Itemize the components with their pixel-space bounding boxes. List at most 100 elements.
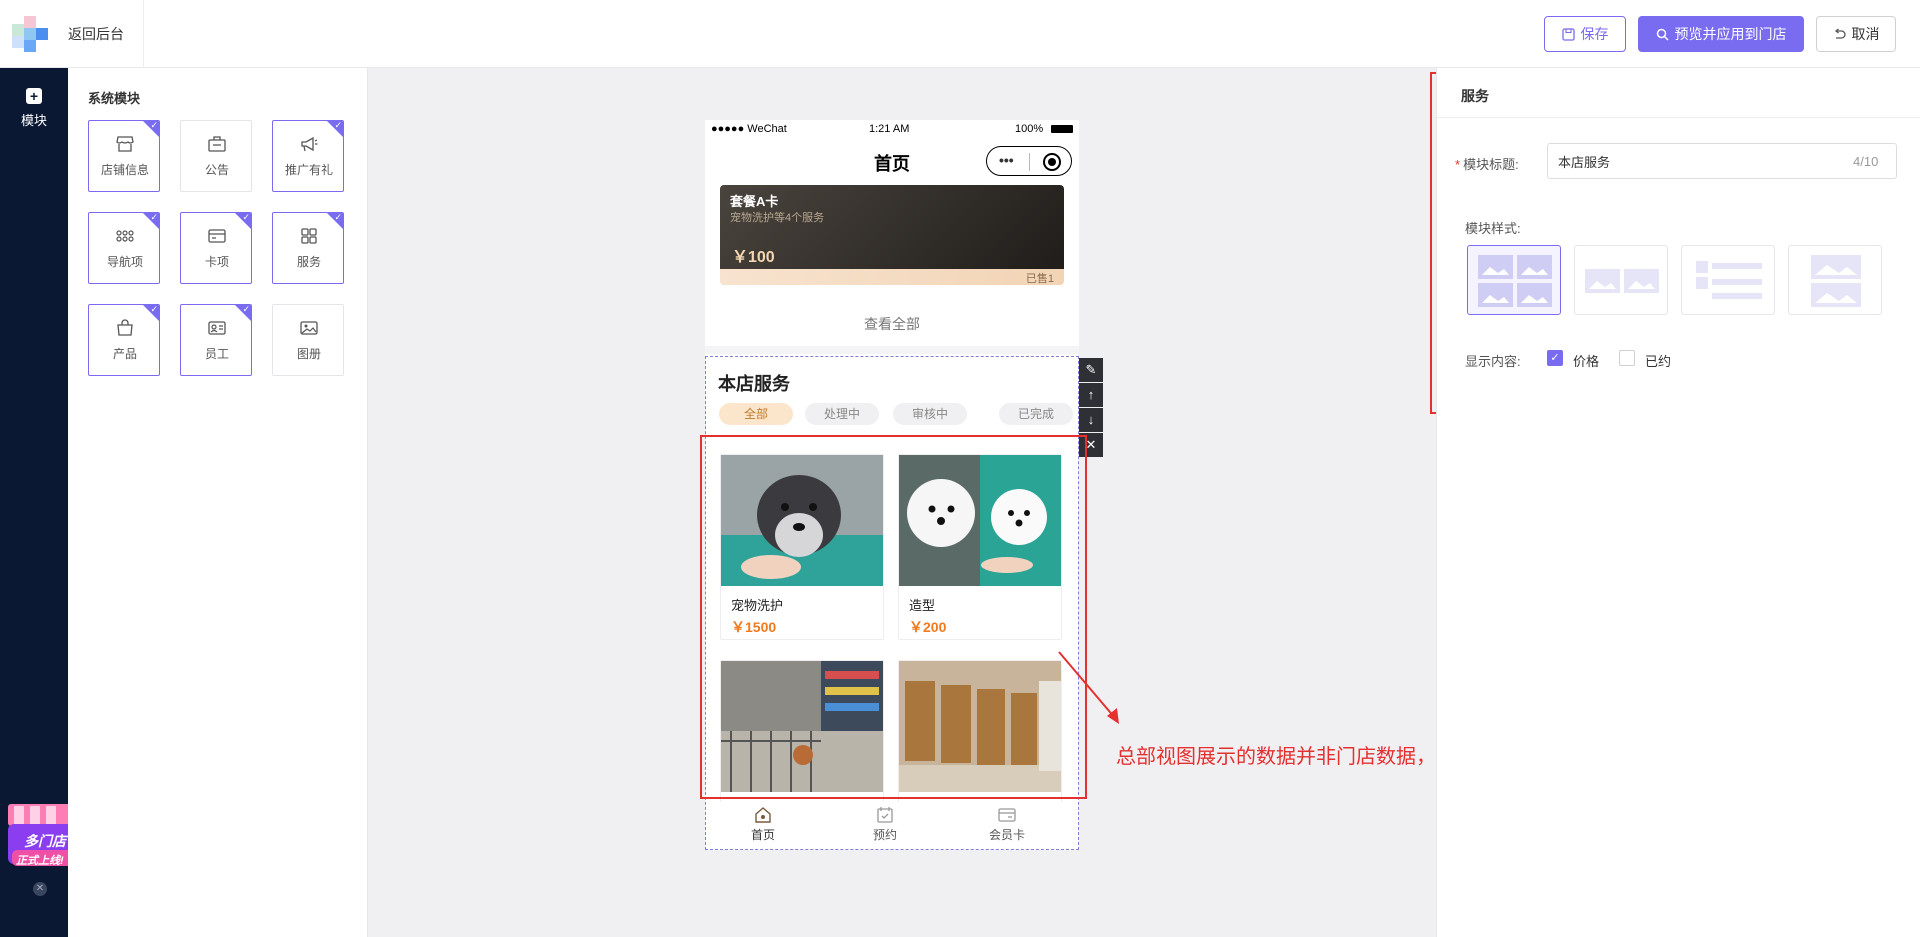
module-tile-cards[interactable]: 卡项 ✓ xyxy=(180,212,252,284)
module-panel: 系统模块 店铺信息 ✓ 公告 推广有礼 ✓ 导航项 ✓ 卡项 ✓ 服务 ✓ 产品… xyxy=(68,68,368,937)
tabbar-label: 预约 xyxy=(872,828,897,842)
service-tab-completed[interactable]: 已完成 xyxy=(999,403,1073,425)
plus-icon: + xyxy=(26,88,42,104)
cancel-label: 取消 xyxy=(1851,26,1880,42)
shop-icon xyxy=(116,136,134,152)
service-tab-all[interactable]: 全部 xyxy=(719,403,793,425)
package-card-title: 套餐A卡 xyxy=(730,194,779,209)
style-option-large-image[interactable] xyxy=(1788,245,1882,315)
booked-checkbox[interactable] xyxy=(1619,350,1635,366)
service-card-washing[interactable]: 宠物洗护 ￥1500 xyxy=(720,454,884,640)
status-battery-text: 100% xyxy=(1015,123,1044,135)
check-icon: ✓ xyxy=(242,304,250,314)
kennel-photo xyxy=(899,661,1061,792)
preview-apply-button[interactable]: 预览并应用到门店 xyxy=(1638,16,1804,52)
section-divider xyxy=(705,346,1079,354)
preview-apply-label: 预览并应用到门店 xyxy=(1674,26,1787,42)
module-tile-label: 员工 xyxy=(204,347,229,361)
module-tile-shop-info[interactable]: 店铺信息 ✓ xyxy=(88,120,160,192)
module-tile-album[interactable]: 图册 xyxy=(272,304,344,376)
module-tile-services[interactable]: 服务 ✓ xyxy=(272,212,344,284)
list-icon xyxy=(1696,261,1762,299)
tabbar-label: 首页 xyxy=(750,828,775,842)
display-content-label: 显示内容: xyxy=(1465,354,1521,369)
module-tile-label: 卡项 xyxy=(204,255,229,269)
close-target-icon[interactable] xyxy=(1043,153,1061,171)
module-title-label-text: 模块标题: xyxy=(1463,157,1519,172)
module-tile-products[interactable]: 产品 ✓ xyxy=(88,304,160,376)
service-name: 造型 xyxy=(909,598,936,613)
package-card-sold: 已售1 xyxy=(1025,273,1054,285)
megaphone-icon xyxy=(301,136,318,152)
tabbar-item-home[interactable]: 首页 xyxy=(733,806,793,843)
booked-checkbox-label: 已约 xyxy=(1645,354,1672,369)
module-panel-title: 系统模块 xyxy=(88,91,141,106)
style-option-two-column[interactable] xyxy=(1467,245,1561,315)
tabbar-item-booking[interactable]: 预约 xyxy=(855,806,915,843)
module-tile-nav-items[interactable]: 导航项 ✓ xyxy=(88,212,160,284)
check-icon: ✓ xyxy=(150,304,158,314)
topbar-divider xyxy=(143,0,144,68)
service-tab-processing[interactable]: 处理中 xyxy=(805,403,879,425)
save-button[interactable]: 保存 xyxy=(1544,16,1626,52)
left-nav: + 模块 多门店 正式上线! ✕ xyxy=(0,68,74,937)
tabbar-item-member-card[interactable]: 会员卡 xyxy=(977,806,1037,843)
cancel-button[interactable]: 取消 xyxy=(1816,16,1896,52)
price-checkbox-label: 价格 xyxy=(1573,354,1600,369)
phone-status-bar: ●●●●● WeChat 1:21 AM 100% xyxy=(705,120,1079,138)
edit-icon[interactable]: ✎ xyxy=(1079,358,1103,382)
back-to-admin-link[interactable]: 返回后台 xyxy=(68,24,124,44)
style-option-scroll[interactable] xyxy=(1574,245,1668,315)
notice-icon xyxy=(208,136,226,152)
tabbar-label: 会员卡 xyxy=(988,828,1025,842)
service-price: ￥1500 xyxy=(731,619,777,635)
promo-line1: 多门店 xyxy=(24,833,66,849)
check-icon: ✓ xyxy=(334,120,342,130)
two-column-grid-icon xyxy=(1478,255,1552,307)
module-tile-staff[interactable]: 员工 ✓ xyxy=(180,304,252,376)
service-name: 宠物洗护 xyxy=(731,598,784,613)
module-tile-promotion[interactable]: 推广有礼 ✓ xyxy=(272,120,344,192)
module-tile-label: 推广有礼 xyxy=(284,163,333,177)
large-image-icon xyxy=(1811,255,1861,307)
price-checkbox[interactable]: ✓ xyxy=(1547,350,1563,366)
settings-panel-title: 服务 xyxy=(1461,88,1489,104)
status-carrier: ●●●●● WeChat xyxy=(711,123,787,135)
search-icon xyxy=(1656,28,1669,41)
module-title-label: * 模块标题: xyxy=(1455,154,1519,173)
more-dots-icon[interactable]: ••• xyxy=(999,152,1014,168)
settings-panel-header: 服务 xyxy=(1437,68,1920,118)
module-title-input[interactable] xyxy=(1547,143,1897,179)
bag-icon xyxy=(117,319,133,336)
check-icon: ✓ xyxy=(242,212,250,222)
module-toolbar: ✎ ↑ ↓ ✕ xyxy=(1079,358,1103,458)
top-bar: 返回后台 保存 预览并应用到门店 取消 xyxy=(0,0,1920,68)
app-logo xyxy=(12,16,48,52)
move-up-icon[interactable]: ↑ xyxy=(1079,383,1103,407)
service-card-styling[interactable]: 造型 ￥200 xyxy=(898,454,1062,640)
capsule-separator xyxy=(1029,153,1030,171)
move-down-icon[interactable]: ↓ xyxy=(1079,408,1103,432)
module-title-char-count: 4/10 xyxy=(1853,154,1879,169)
horizontal-scroll-icon xyxy=(1585,269,1659,293)
home-icon xyxy=(755,807,771,823)
phone-tab-bar: 首页 预约 会员卡 xyxy=(705,802,1079,850)
promo-close-icon[interactable]: ✕ xyxy=(33,882,47,896)
package-card[interactable]: 套餐A卡 宠物洗护等4个服务 ￥100 xyxy=(720,185,1064,269)
module-tile-notice[interactable]: 公告 xyxy=(180,120,252,192)
delete-icon[interactable]: ✕ xyxy=(1079,433,1103,457)
nav-item-module[interactable]: + 模块 xyxy=(0,88,68,129)
service-tab-reviewing[interactable]: 审核中 xyxy=(893,403,967,425)
style-option-list[interactable] xyxy=(1681,245,1775,315)
package-card-price: ￥100 xyxy=(732,249,775,266)
view-all-link[interactable]: 查看全部 xyxy=(705,314,1079,334)
bichon-photo xyxy=(899,455,1061,586)
module-tile-label: 公告 xyxy=(204,163,229,177)
nav-item-module-label: 模块 xyxy=(20,113,47,128)
miniprogram-capsule[interactable]: ••• xyxy=(986,146,1072,176)
required-mark: * xyxy=(1455,157,1461,172)
schnauzer-photo xyxy=(721,455,883,586)
check-icon: ✓ xyxy=(150,212,158,222)
member-card-icon xyxy=(998,808,1016,822)
save-icon xyxy=(1561,27,1575,41)
